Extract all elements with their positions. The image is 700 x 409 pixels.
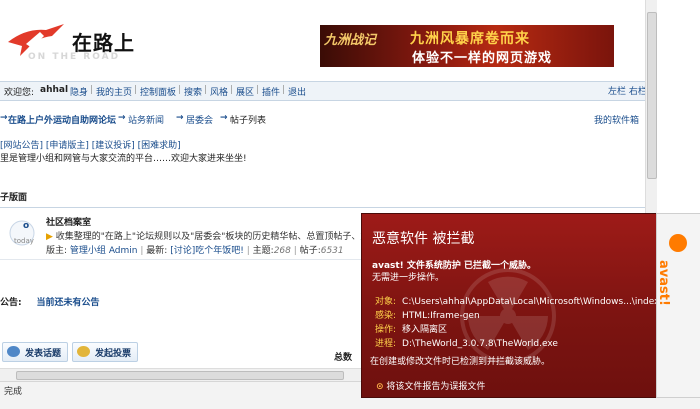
breadcrumb-news[interactable]: 站务新闻 (128, 113, 164, 126)
avast-alert-popup[interactable]: 恶意软件 被拦截 avast! 文件系统防护 已拦截一个威胁。 无需进一步操作。… (361, 213, 691, 398)
popup-note: 在创建或修改文件时已检测到并拦截该威胁。 (370, 357, 551, 367)
welcome-label: 欢迎您: (4, 88, 35, 98)
banner-game-title: 九洲战记 (324, 33, 377, 48)
forum-name[interactable]: 社区档案室 (46, 215, 91, 228)
forum-icon-letter: o (23, 221, 30, 231)
popup-title: 恶意软件 被拦截 (372, 231, 475, 247)
user-navbar: 欢迎您: ahhal 隐身 | 我的主页 | 控制面板 | 搜索 | 风格 | … (0, 81, 645, 101)
nav-link-logout[interactable]: 退出 (288, 85, 306, 98)
nav-sep: | (204, 85, 208, 95)
site-header: 在路上 ON THE ROAD 九洲战记 九洲风暴席卷而来 体验不一样的网页游戏 (0, 0, 645, 75)
announcement-label: 公告: (0, 298, 22, 308)
horizontal-scroll-thumb[interactable] (16, 371, 344, 380)
chat-icon (7, 346, 20, 357)
nav-link-search[interactable]: 搜索 (184, 85, 202, 98)
avast-brand-text: avast! (656, 260, 671, 306)
forum-notice: [网站公告] [申请版主] [建议投诉] [困难求助] 里是管理小组和网管与大家… (0, 140, 247, 166)
announcement: 公告: 当前还未有公告 (0, 295, 100, 308)
breadcrumb-topic-list: 帖子列表 (230, 116, 267, 126)
nav-link-plugins[interactable]: 插件 (262, 85, 280, 98)
bullet-icon: ⊙ (376, 382, 384, 392)
nav-sep: | (134, 85, 138, 95)
moderator-link[interactable]: Admin (109, 246, 138, 256)
avast-brand-strip: avast! (656, 213, 700, 398)
new-topic-button[interactable]: 发表话题 (2, 342, 68, 362)
breadcrumb-forum[interactable]: 在路上户外运动自助网论坛 (8, 113, 116, 126)
breadcrumb-arrow: → (176, 113, 184, 123)
popup-submessage: 无需进一步操作。 (372, 273, 445, 283)
breadcrumb: → 在路上户外运动自助网论坛 → 站务新闻 → 居委会 → 帖子列表 (0, 113, 645, 129)
nav-link-homepage[interactable]: 我的主页 (96, 85, 132, 98)
popup-row-object: 对象: C:\Users\ahhal\AppData\Local\Microsof… (375, 297, 691, 307)
post-count: 6531 (320, 246, 344, 256)
column-toggle[interactable]: 左栏 右栏 (608, 84, 647, 97)
report-false-positive-link[interactable]: ⊙ 将该文件报告为误报文件 (376, 379, 485, 392)
nav-link-style[interactable]: 风格 (210, 85, 228, 98)
breadcrumb-arrow: → (220, 113, 228, 123)
notice-text: 里是管理小组和网管与大家交流的平台……欢迎大家进来坐坐! (0, 154, 247, 164)
nav-link-showroom[interactable]: 展区 (236, 85, 254, 98)
my-apps-link[interactable]: 我的软件箱 (594, 113, 639, 126)
nav-sep: | (90, 85, 94, 95)
forum-meta: 版主: 管理小组 Admin | 最新: [讨论]吃个年饭吧! | 主题:268… (46, 246, 344, 256)
popup-row-infection: 感染: HTML:Iframe-gen (375, 311, 480, 321)
total-label: 总数 (334, 353, 353, 363)
popup-row-action: 操作: 移入隔离区 (375, 325, 448, 335)
poll-icon (77, 346, 90, 357)
topic-count: 268 (273, 246, 291, 256)
avast-logo-icon (669, 234, 687, 252)
popup-row-process: 进程: D:\TheWorld_3.0.7.8\TheWorld.exe (375, 339, 558, 349)
vertical-scroll-thumb[interactable] (647, 12, 657, 179)
nav-link-invisible[interactable]: 隐身 (70, 85, 88, 98)
announcement-text[interactable]: 当前还未有公告 (36, 298, 99, 308)
notice-links[interactable]: [网站公告] [申请版主] [建议投诉] [困难求助] (0, 140, 247, 153)
latest-post-link[interactable]: [讨论]吃个年饭吧! (170, 246, 244, 256)
subforum-tabbar: 子版面 (0, 187, 645, 208)
breadcrumb-arrow: → (0, 113, 8, 123)
nav-sep: | (230, 85, 234, 95)
logo-subtitle: ON THE ROAD (28, 52, 121, 62)
bullet-icon: ▶ (46, 232, 53, 242)
nav-link-control-panel[interactable]: 控制面板 (140, 85, 176, 98)
forum-icon-today: today (14, 237, 34, 245)
username[interactable]: ahhal (40, 85, 68, 95)
nav-sep: | (282, 85, 286, 95)
ad-banner[interactable]: 九洲战记 九洲风暴席卷而来 体验不一样的网页游戏 (320, 25, 614, 67)
banner-tagline: 体验不一样的网页游戏 (412, 51, 553, 66)
nav-sep: | (178, 85, 182, 95)
breadcrumb-community[interactable]: 居委会 (186, 113, 213, 126)
breadcrumb-arrow: → (118, 113, 126, 123)
status-text: 完成 (4, 387, 23, 397)
forum-description: ▶ 收集整理的"在路上"论坛规则以及"居委会"板块的历史精华帖、总置顶帖子、重 (46, 232, 370, 242)
new-poll-button[interactable]: 发起投票 (72, 342, 138, 362)
tab-subforums[interactable]: 子版面 (0, 190, 27, 203)
banner-headline: 九洲风暴席卷而来 (410, 31, 530, 47)
moderator-link[interactable]: 管理小组 (70, 246, 106, 256)
nav-sep: | (256, 85, 260, 95)
